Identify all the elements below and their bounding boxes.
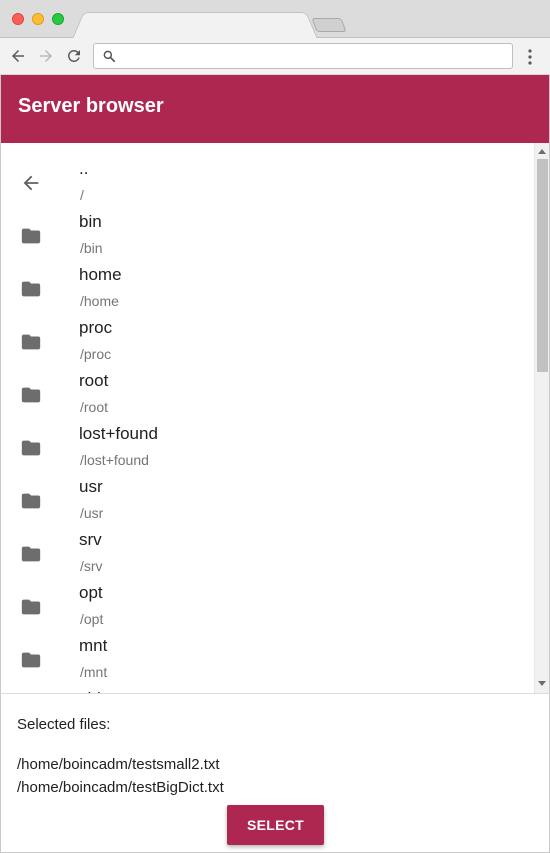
entry-path: /home <box>80 293 119 309</box>
entry-name: lost+found <box>79 424 158 443</box>
selection-panel: Selected files: /home/boincadm/testsmall… <box>0 693 550 853</box>
select-button[interactable]: SELECT <box>227 805 324 845</box>
list-item[interactable]: proc/proc <box>1 314 531 367</box>
reload-icon <box>67 49 80 62</box>
folder-icon <box>19 649 43 671</box>
list-item[interactable]: usr/usr <box>1 473 531 526</box>
file-list: .. / bin/bin home/home proc/proc root/root los… <box>0 143 550 693</box>
folder-icon <box>19 543 43 565</box>
entry-name: proc <box>79 318 113 337</box>
app-header: Server browser <box>0 75 550 143</box>
arrow-left-icon <box>19 172 43 194</box>
folder-icon <box>19 384 43 406</box>
scroll-up-arrow[interactable] <box>538 149 546 154</box>
entry-path: /mnt <box>80 664 108 680</box>
minimize-window-button[interactable] <box>32 13 44 25</box>
selected-file: /home/boincadm/testBigDict.txt <box>17 779 224 796</box>
back-button[interactable] <box>8 46 28 66</box>
list-item[interactable]: root/root <box>1 367 531 420</box>
list-item[interactable]: .. / <box>1 155 531 208</box>
entry-path: /usr <box>80 505 104 521</box>
maximize-window-button[interactable] <box>52 13 64 25</box>
address-bar[interactable] <box>93 43 513 69</box>
entry-path: /proc <box>80 346 112 362</box>
entry-name: mnt <box>79 636 108 655</box>
entry-path: /srv <box>80 558 103 574</box>
entry-name: srv <box>79 530 102 549</box>
reload-button[interactable] <box>64 46 84 66</box>
scrollbar[interactable] <box>534 143 549 693</box>
folder-icon <box>19 437 43 459</box>
folder-icon <box>19 490 43 512</box>
entry-path: /lost+found <box>80 452 149 468</box>
entry-name: usr <box>79 477 103 496</box>
forward-button[interactable] <box>36 46 56 66</box>
browser-tab-active[interactable] <box>72 12 318 39</box>
entry-path: / <box>80 187 84 203</box>
list-item[interactable]: srv/srv <box>1 526 531 579</box>
scrollbar-thumb[interactable] <box>537 159 548 372</box>
entry-name: opt <box>79 583 103 602</box>
entry-path: /opt <box>80 611 104 627</box>
search-icon <box>103 50 116 63</box>
more-vertical-icon <box>528 49 532 65</box>
entry-path: /root <box>80 399 109 415</box>
scroll-down-arrow[interactable] <box>538 681 546 686</box>
folder-icon <box>19 225 43 247</box>
list-item[interactable]: bin/bin <box>1 208 531 261</box>
arrow-right-icon <box>40 50 52 62</box>
browser-toolbar <box>0 38 550 75</box>
close-window-button[interactable] <box>12 13 24 25</box>
folder-icon <box>19 331 43 353</box>
selected-files-label: Selected files: <box>17 716 111 733</box>
entry-name: bin <box>79 212 102 231</box>
entry-name: home <box>79 265 122 284</box>
list-item[interactable]: opt/opt <box>1 579 531 632</box>
entry-name: .. <box>79 159 89 178</box>
list-item[interactable]: lost+found/lost+found <box>1 420 531 473</box>
page-title: Server browser <box>18 95 164 117</box>
address-input[interactable] <box>120 46 505 66</box>
list-item[interactable]: mnt/mnt <box>1 632 531 685</box>
arrow-left-icon <box>12 50 24 62</box>
browser-menu-button[interactable] <box>522 47 538 67</box>
list-item[interactable]: home/home <box>1 261 531 314</box>
folder-icon <box>19 278 43 300</box>
entry-path: /bin <box>80 240 103 256</box>
new-tab-button[interactable] <box>311 18 347 32</box>
list-item[interactable]: sbin/sbin <box>1 685 531 693</box>
browser-titlebar <box>0 0 550 39</box>
folder-icon <box>19 596 43 618</box>
selected-file: /home/boincadm/testsmall2.txt <box>17 756 220 773</box>
entry-name: root <box>79 371 109 390</box>
